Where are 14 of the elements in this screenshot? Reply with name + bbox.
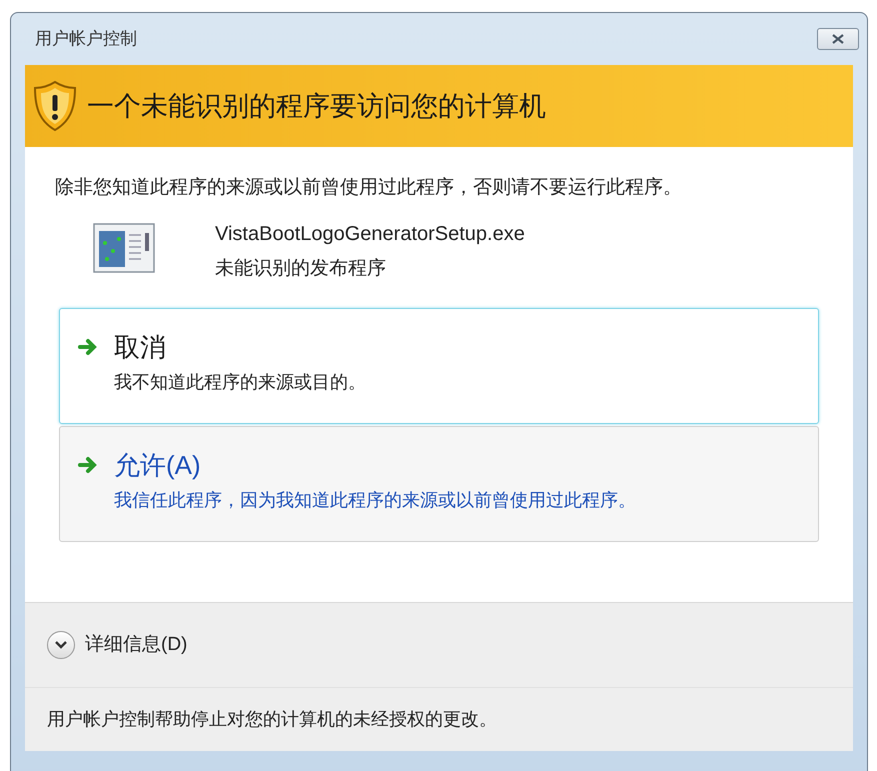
- warning-message: 除非您知道此程序的来源或以前曾使用过此程序，否则请不要运行此程序。: [55, 176, 683, 200]
- program-name: VistaBootLogoGeneratorSetup.exe: [215, 222, 525, 247]
- publisher-text: 未能识别的发布程序: [215, 257, 387, 281]
- banner-heading: 一个未能识别的程序要访问您的计算机: [87, 90, 546, 123]
- program-window-icon: [93, 223, 155, 273]
- footer-text: 用户帐户控制帮助停止对您的计算机的未经授权的更改。: [47, 708, 497, 731]
- chevron-down-icon: [47, 631, 75, 659]
- window-title: 用户帐户控制: [35, 28, 137, 50]
- close-button[interactable]: [817, 28, 859, 50]
- shield-warning-icon: [33, 80, 77, 132]
- option-button[interactable]: 允许(A) 我信任此程序，因为我知道此程序的来源或以前曾使用过此程序。: [59, 426, 819, 542]
- details-toggle[interactable]: 详细信息(D): [47, 630, 188, 660]
- option-button[interactable]: 取消 我不知道此程序的来源或目的。: [59, 308, 819, 424]
- close-icon: [831, 34, 845, 44]
